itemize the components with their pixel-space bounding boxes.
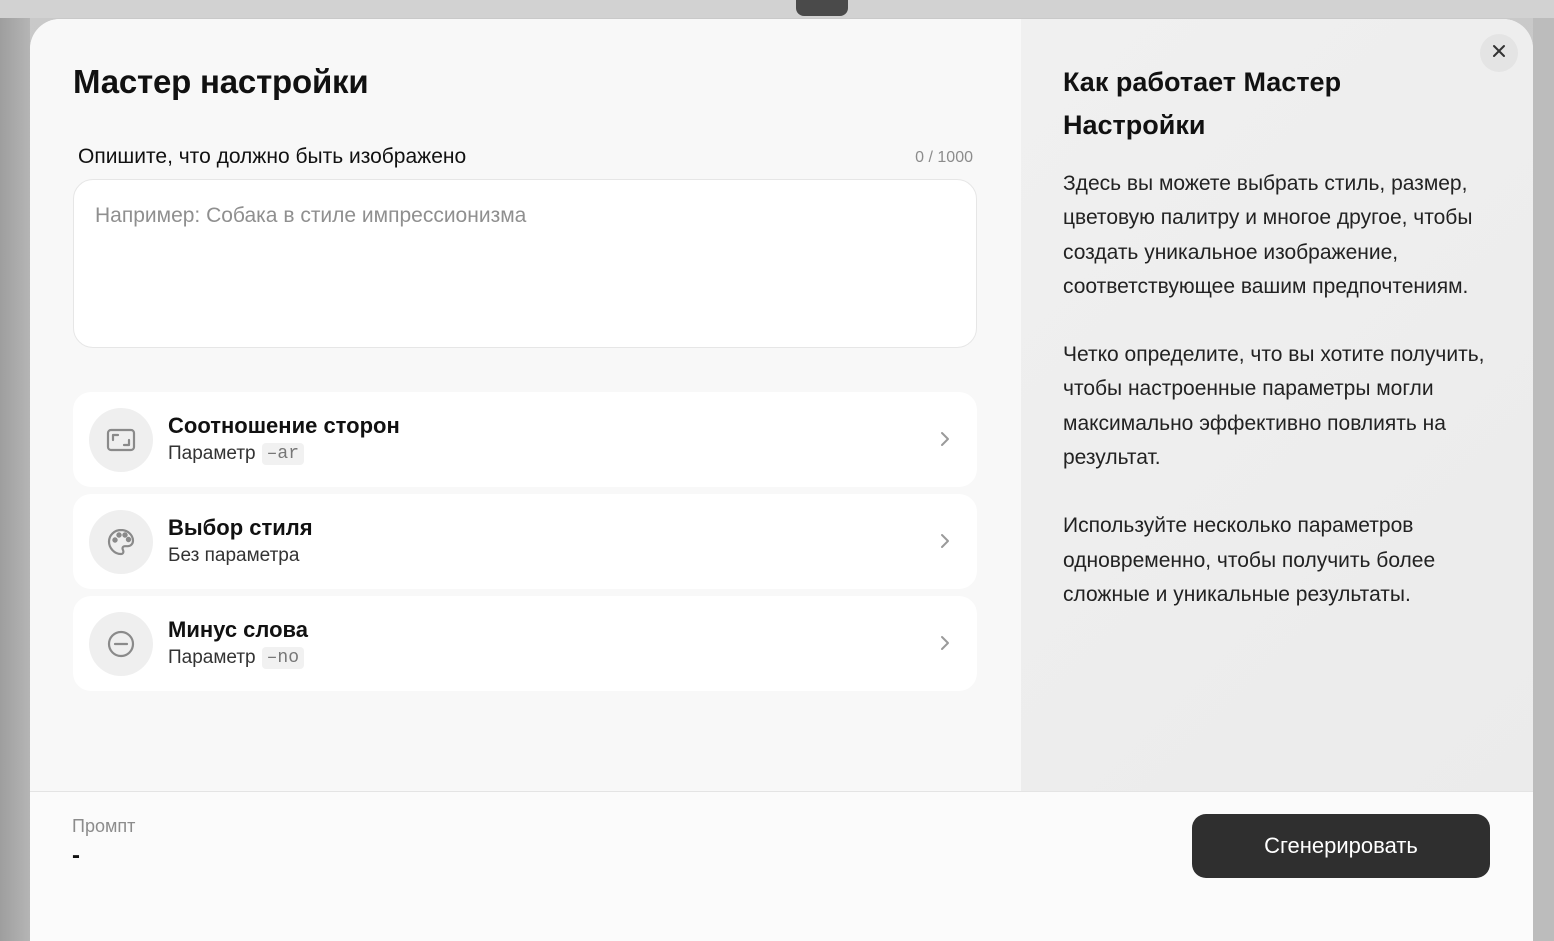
- wizard-form-pane: Мастер настройки Опишите, что должно быт…: [30, 19, 1021, 791]
- close-icon: [1492, 44, 1506, 63]
- option-list: Соотношение сторон Параметр –ar Выбор ст…: [73, 392, 977, 698]
- option-style[interactable]: Выбор стиля Без параметра: [73, 494, 977, 589]
- background-right-edge: [1533, 18, 1554, 941]
- char-counter: 0 / 1000: [915, 149, 973, 166]
- option-title: Минус слова: [168, 617, 309, 642]
- minus-circle-icon: [89, 612, 153, 676]
- prompt-input-label: Опишите, что должно быть изображено: [78, 145, 467, 168]
- aspect-ratio-icon: [89, 408, 153, 472]
- help-paragraph: Используйте несколько параметров одновре…: [1063, 514, 1436, 606]
- help-body: Здесь вы можете выбрать стиль, размер, ц…: [1063, 167, 1503, 646]
- option-sub-label: Параметр: [168, 647, 256, 668]
- chevron-right-icon: [935, 530, 955, 552]
- option-subtitle: Без параметра: [168, 545, 299, 567]
- option-aspect-ratio[interactable]: Соотношение сторон Параметр –ar: [73, 392, 977, 487]
- option-sub-label: Параметр: [168, 443, 256, 464]
- help-paragraph: Здесь вы можете выбрать стиль, размер, ц…: [1063, 172, 1473, 298]
- background-sidebar: [0, 18, 30, 941]
- option-title: Соотношение сторон: [168, 413, 400, 438]
- chevron-right-icon: [935, 428, 955, 450]
- option-sub-label: Без параметра: [168, 545, 300, 566]
- background-chip: [796, 0, 848, 16]
- help-pane: Как работает Мастер Настройки Здесь вы м…: [1021, 19, 1533, 791]
- palette-icon: [89, 510, 153, 574]
- modal-title: Мастер настройки: [73, 63, 369, 100]
- option-subtitle: Параметр –no: [168, 647, 305, 669]
- close-button[interactable]: [1480, 34, 1518, 72]
- option-negative-words[interactable]: Минус слова Параметр –no: [73, 596, 977, 691]
- help-title: Как работает Мастер Настройки: [1063, 67, 1342, 140]
- option-title: Выбор стиля: [168, 515, 313, 540]
- prompt-preview-value: -: [72, 842, 80, 869]
- param-code: –no: [261, 647, 305, 669]
- help-paragraph: Четко определите, что вы хотите получить…: [1063, 343, 1485, 470]
- prompt-preview-label: Промпт: [72, 816, 136, 836]
- setup-wizard-modal: Мастер настройки Опишите, что должно быт…: [30, 19, 1533, 941]
- generate-button[interactable]: Сгенерировать: [1192, 814, 1490, 878]
- chevron-right-icon: [935, 632, 955, 654]
- wizard-footer: Промпт - Сгенерировать: [30, 791, 1533, 941]
- option-subtitle: Параметр –ar: [168, 443, 305, 465]
- param-code: –ar: [261, 443, 305, 465]
- prompt-textarea[interactable]: [73, 179, 977, 348]
- background-toolbar: [0, 0, 1554, 18]
